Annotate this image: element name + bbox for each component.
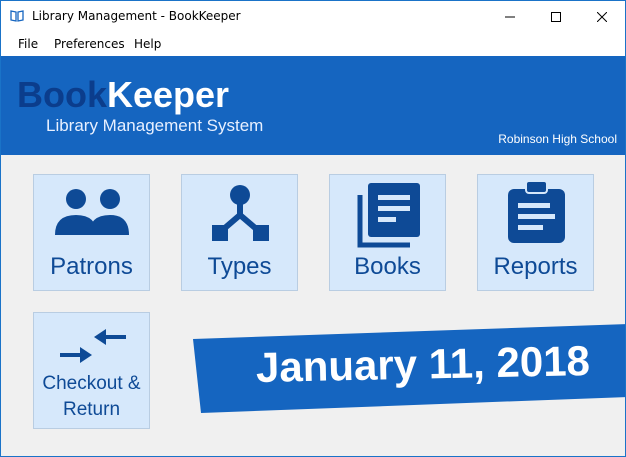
title-bar[interactable]: Library Management - BookKeeper <box>1 1 625 32</box>
checkout-label-line2: Return <box>62 399 121 420</box>
menu-file[interactable]: File <box>18 37 38 51</box>
clipboard-icon <box>508 180 565 243</box>
minimize-button[interactable] <box>487 1 533 32</box>
app-window: Library Management - BookKeeper File Pre… <box>0 0 626 457</box>
window-title: Library Management - BookKeeper <box>32 9 241 23</box>
header-banner: BookKeeper Library Management System Rob… <box>1 56 625 155</box>
minimize-icon <box>505 16 515 17</box>
menu-preferences[interactable]: Preferences <box>54 37 125 51</box>
school-name: Robinson High School <box>498 132 617 146</box>
menu-bar: File Preferences Help <box>1 32 625 56</box>
book-icon <box>10 10 24 22</box>
reports-label: Reports <box>493 253 578 280</box>
books-label: Books <box>354 253 421 280</box>
books-tile[interactable]: Books <box>329 174 446 291</box>
menu-help[interactable]: Help <box>134 37 161 51</box>
people-icon <box>55 189 129 235</box>
exchange-arrows-icon <box>60 329 126 363</box>
patrons-label: Patrons <box>50 253 133 280</box>
hierarchy-icon <box>212 185 269 241</box>
close-button[interactable] <box>579 1 625 32</box>
checkout-label-line1: Checkout & <box>42 373 141 394</box>
checkout-return-label: Checkout & Return <box>34 371 149 423</box>
logo-keeper-text: Keeper <box>107 74 230 115</box>
books-icon <box>357 183 420 248</box>
checkout-return-tile[interactable]: Checkout & Return <box>33 312 150 429</box>
app-subtitle: Library Management System <box>46 116 264 135</box>
current-date: January 11, 2018 <box>255 337 591 391</box>
patrons-tile[interactable]: Patrons <box>33 174 150 291</box>
reports-tile[interactable]: Reports <box>477 174 594 291</box>
logo-book-text: Book <box>17 74 107 115</box>
maximize-icon <box>551 11 561 22</box>
types-tile[interactable]: Types <box>181 174 298 291</box>
app-logo: BookKeeper <box>17 74 229 116</box>
maximize-button[interactable] <box>533 1 579 32</box>
types-label: Types <box>207 253 272 280</box>
close-icon <box>597 11 607 22</box>
